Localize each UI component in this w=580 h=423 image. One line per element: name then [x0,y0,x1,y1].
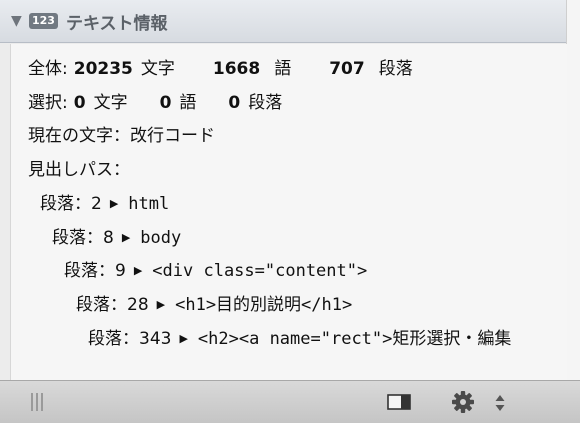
path-item[interactable]: 段落：2 ▶ html [40,193,169,215]
current-char-value: 改行コード [130,126,215,146]
up-down-arrows-icon[interactable] [491,391,509,415]
triangle-right-icon: ▶ [133,264,143,277]
selection-chars-value: 0 [73,93,86,113]
triangle-right-icon: ▶ [121,231,131,244]
sidebar-toggle-icon[interactable] [386,392,414,412]
panel-header[interactable]: ▼ 123 テキスト情報 [0,0,566,43]
path-item-label: 段落：343 [88,329,172,349]
number-badge-icon: 123 [29,13,58,29]
selection-words-value: 0 [159,93,172,113]
text-info-content: 全体: 20235 文字 1668 語 707 段落 選択: 0 文字 0 語 0 段落 現在の文字：改… [10,44,567,380]
bottom-toolbar [0,380,580,423]
path-item[interactable]: 段落：8 ▶ body [52,227,181,249]
words-unit: 語 [179,93,197,113]
words-unit: 語 [274,59,292,79]
path-item-label: 段落：28 [76,295,149,315]
text-info-panel: ▼ 123 テキスト情報 全体: 20235 文字 1668 語 707 段落 選択: 0 文字… [0,0,580,423]
triangle-right-icon: ▶ [179,332,188,345]
path-item[interactable]: 段落：28 ▶ <h1>目的別説明</h1> [76,294,352,316]
panel-title: テキスト情報 [65,13,168,34]
path-item-tag: <h2><a name="rect">矩形選択・編集 [197,329,512,349]
gear-icon[interactable] [448,389,478,415]
total-chars-value: 20235 [73,59,133,79]
path-item-label: 段落：9 [64,261,126,281]
selection-label: 選択: [28,93,68,113]
path-item[interactable]: 段落：343 ▶ <h2><a name="rect">矩形選択・編集 [88,328,511,350]
current-char-row: 現在の文字：改行コード [28,125,215,147]
total-label: 全体: [28,59,68,79]
triangle-right-icon: ▶ [109,197,119,210]
total-paragraphs-value: 707 [329,59,365,79]
chars-unit: 文字 [93,93,128,113]
path-item[interactable]: 段落：9 ▶ <div class="content"> [64,260,367,282]
triangle-right-icon: ▶ [156,298,166,311]
current-char-label: 現在の文字： [28,126,130,146]
path-item-label: 段落：8 [52,228,114,248]
path-item-tag: html [128,194,170,214]
path-item-tag: <div class="content"> [152,261,368,281]
grip-icon[interactable] [31,393,45,411]
chars-unit: 文字 [140,59,175,79]
total-words-value: 1668 [212,59,261,79]
heading-path-label: 見出しパス： [28,160,130,180]
paragraphs-unit: 段落 [248,93,283,113]
total-stats-row: 全体: 20235 文字 1668 語 707 段落 [28,58,413,80]
selection-paragraphs-value: 0 [228,93,241,113]
path-item-tag: <h1>目的別説明</h1> [175,295,353,315]
triangle-down-icon[interactable]: ▼ [11,13,27,29]
path-item-label: 段落：2 [40,194,102,214]
selection-stats-row: 選択: 0 文字 0 語 0 段落 [28,92,282,114]
paragraphs-unit: 段落 [378,59,413,79]
path-item-tag: body [140,228,182,248]
scroll-edge [566,0,580,380]
